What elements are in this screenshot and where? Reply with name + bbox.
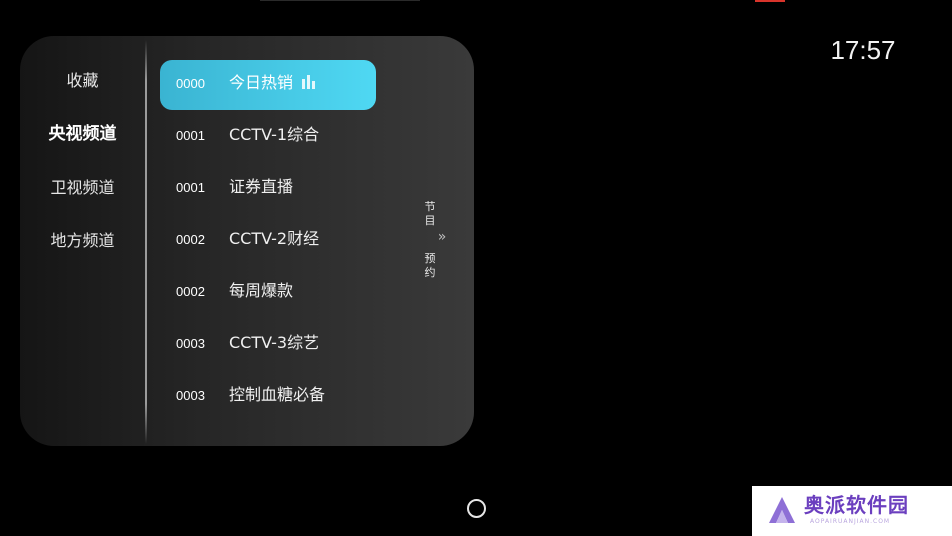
program-schedule-char: 约	[424, 266, 436, 279]
channel-row[interactable]: 0001 CCTV-1综合	[160, 112, 376, 162]
channel-number: 0002	[176, 232, 205, 247]
channel-panel: 收藏 央视频道 卫视频道 地方频道 0000 今日热销 0001 CCTV-1综…	[20, 36, 474, 446]
channel-number: 0003	[176, 336, 205, 351]
channel-name: 每周爆款	[229, 281, 294, 300]
watermark-logo-icon	[769, 497, 795, 523]
channel-row[interactable]: 0002 CCTV-2财经	[160, 216, 376, 266]
channel-row[interactable]: 0002 每周爆款	[160, 268, 376, 318]
category-list: 收藏 央视频道 卫视频道 地方频道	[20, 36, 145, 446]
watermark: 奥派软件园 AOPAIRUANJIAN.COM	[752, 486, 952, 536]
channel-number: 0000	[176, 76, 205, 91]
category-favorites[interactable]: 收藏	[20, 70, 145, 92]
channel-name: CCTV-1综合	[229, 125, 320, 144]
channel-name: CCTV-2财经	[229, 229, 320, 248]
watermark-text: 奥派软件园	[804, 493, 909, 517]
program-schedule-char: 预	[424, 252, 436, 265]
channel-name: 证券直播	[229, 177, 294, 196]
category-local[interactable]: 地方频道	[20, 230, 145, 252]
channel-number: 0001	[176, 180, 205, 195]
channel-name: 今日热销	[229, 73, 294, 92]
top-edge-line	[260, 0, 420, 1]
top-red-mark	[755, 0, 785, 2]
category-satellite[interactable]: 卫视频道	[20, 177, 145, 199]
tv-screen: 17:57 收藏 央视频道 卫视频道 地方频道 0000 今日热销 0001 C…	[0, 0, 952, 536]
program-schedule-char: 节	[424, 200, 436, 213]
channel-list: 0000 今日热销 0001 CCTV-1综合 0001 证券直播 0002 C…	[160, 36, 390, 446]
channel-row[interactable]: 0000 今日热销	[160, 60, 376, 110]
category-cctv[interactable]: 央视频道	[20, 123, 145, 145]
program-schedule-char: 目	[424, 214, 436, 227]
watermark-subtext: AOPAIRUANJIAN.COM	[810, 518, 891, 525]
channel-row[interactable]: 0001 证券直播	[160, 164, 376, 214]
channel-number: 0002	[176, 284, 205, 299]
equalizer-icon	[302, 75, 316, 89]
channel-name: CCTV-3综艺	[229, 333, 320, 352]
channel-name: 控制血糖必备	[229, 385, 326, 404]
clock: 17:57	[830, 35, 896, 65]
panel-divider	[145, 40, 147, 444]
double-chevron-right-icon[interactable]: »	[432, 230, 452, 244]
channel-number: 0003	[176, 388, 205, 403]
channel-row[interactable]: 0003 CCTV-3综艺	[160, 320, 376, 370]
channel-row[interactable]: 0003 控制血糖必备	[160, 372, 376, 422]
home-circle-icon[interactable]	[467, 499, 486, 518]
channel-number: 0001	[176, 128, 205, 143]
